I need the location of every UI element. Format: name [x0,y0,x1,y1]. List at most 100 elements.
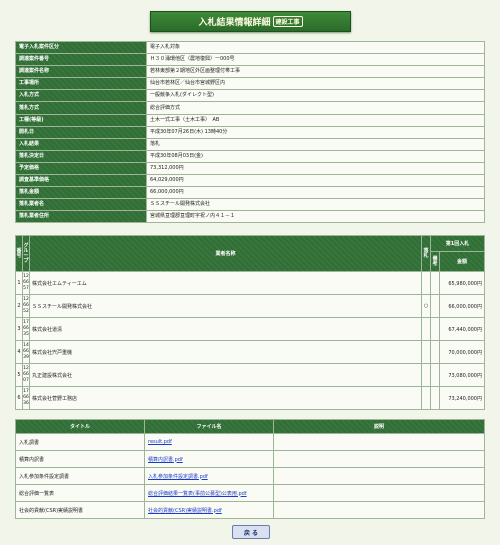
col-amount-header: 金額 [439,251,485,272]
bidder-name: ＳＳスチール開発株式会社 [29,294,422,318]
bidder-group-part: 52 [23,309,29,314]
info-value: 平成30年08月03日(金) [146,149,485,163]
bidder-amount: 66,000,000円 [439,294,485,318]
bidder-note [430,317,440,341]
info-label: 落札方式 [15,101,147,115]
document-file-cell: result.pdf [144,433,274,451]
bidder-note [430,294,440,318]
bid-info-table: 電子入札案件区分 電子入札対象 調達案件番号 Ｈ３０涌環他区（農地復興）ー000号 調達… [15,40,485,224]
bidder-no: 5 [15,363,23,387]
info-value: 若林東部第２期地区外区画整理付帯工事 [146,65,485,79]
document-file-link[interactable]: 総合評価結果一覧表(事前公募型)公表用.pdf [148,491,247,497]
bidder-name: 丸正建設株式会社 [29,363,422,387]
bidder-group: 12 66 57 [22,271,30,295]
col-flag-header: 落札 [421,235,431,272]
info-value: 落札 [146,137,485,151]
bidder-no: 6 [15,386,23,410]
document-description [273,450,485,468]
info-row: 予定価格 73,312,000円 [15,161,485,176]
document-file-cell: 総合評価結果一覧表(事前公募型)公表用.pdf [144,484,274,502]
bidder-row: 4 14 66 39 株式会社宍戸重機 70,000,000円 [15,340,485,364]
document-description [273,467,485,485]
info-label: 調達案件名称 [15,65,147,79]
document-file-cell: 社会的貢献(CSR)実績説明書.pdf [144,501,274,519]
document-description [273,501,485,519]
document-file-link[interactable]: 社会的貢献(CSR)実績説明書.pdf [148,508,222,514]
bidder-group: 17 66 35 [22,317,30,341]
info-label: 開札日 [15,125,147,139]
info-row: 工種(等級) 土木一式工事（土木工事） AB [15,113,485,127]
bidder-award-flag [421,271,431,295]
info-value: Ｈ３０涌環他区（農地復興）ー000号 [146,53,485,67]
bidder-no: 3 [15,317,23,341]
category-tag: 建設工事 [272,16,303,27]
info-value: ＳＳスチール開発株式会社 [146,198,485,212]
bidder-note [430,363,440,387]
info-row: 調達案件名称 若林東部第２期地区外区画整理付帯工事 [15,65,485,79]
document-title: 積算内訳書 [15,450,145,468]
documents-table: タイトル ファイル名 説明 入札調書 result.pdf 積算内訳書 積算内訳書.p… [15,419,485,519]
bidder-award-flag [421,386,431,410]
info-row: 電子入札案件区分 電子入札対象 [15,40,485,55]
info-row: 落札方式 総合評価方式 [15,101,485,115]
bidder-group-part: 39 [23,355,29,360]
document-file-cell: 入札参加条件設定調書.pdf [144,467,274,485]
bidder-no: 1 [15,271,23,295]
document-title: 入札参加条件設定調書 [15,467,145,485]
bidder-note [430,340,440,364]
document-row: 社会的貢献(CSR)実績説明書 社会的貢献(CSR)実績説明書.pdf [15,501,485,519]
info-value: 電子入札対象 [146,40,485,55]
page-title-text: 入札結果情報詳細 [198,18,271,28]
bidder-name: 株式会社エムティーエム [29,271,422,295]
info-row: 落札決定日 平成30年08月03日(金) [15,149,485,163]
document-title: 総合評価一覧表 [15,484,145,502]
bidder-group: 12 66 07 [22,363,30,387]
document-file-link[interactable]: result.pdf [148,439,172,445]
bidder-amount: 65,980,000円 [439,271,485,295]
col-no-header: 番号 [15,235,23,272]
info-value: 仙台市若林区／仙台市宮城野区内 [146,77,485,91]
bidder-row: 5 12 66 07 丸正建設株式会社 73,080,000円 [15,363,485,387]
info-value: 宮城県亘理郡亘理町字祝ノ内４１－１ [146,210,485,224]
bidders-table: 番号 グループ 業者名称 落札 第1回入札 備考 金額 1 12 66 57 株式会社エ… [15,235,485,410]
bidder-group: 17 66 36 [22,386,30,410]
info-value: 平成30年07月26日(木) 13時40分 [146,125,485,139]
info-label: 落札業者住所 [15,210,147,224]
document-file-link[interactable]: 積算内訳書.pdf [148,457,183,463]
info-label: 電子入札案件区分 [15,40,147,55]
bidder-no: 2 [15,294,23,318]
document-row: 積算内訳書 積算内訳書.pdf [15,450,485,468]
info-row: 落札業者住所 宮城県亘理郡亘理町字祝ノ内４１－１ [15,210,485,224]
info-label: 落札業者名 [15,198,147,212]
info-row: 入札結果 落札 [15,137,485,151]
info-row: 開札日 平成30年07月26日(木) 13時40分 [15,125,485,139]
info-value: 総合評価方式 [146,101,485,115]
bidder-award-flag: ○ [421,294,431,318]
col-note-header: 備考 [430,251,440,272]
bidder-group: 12 66 52 [22,294,30,318]
info-label: 予定価格 [15,161,147,176]
bidder-amount: 73,240,000円 [439,386,485,410]
info-value: 66,000,000円 [146,186,485,200]
info-row: 調査基準価格 64,029,000円 [15,174,485,188]
page-title: 入札結果情報詳細 建設工事 [150,11,351,32]
col-doc-desc-header: 説明 [273,419,485,434]
document-row: 入札参加条件設定調書 入札参加条件設定調書.pdf [15,467,485,485]
info-label: 工種(等級) [15,113,147,127]
bidder-note [430,271,440,295]
back-button[interactable]: 戻 る [232,525,270,539]
document-description [273,433,485,451]
bidder-amount: 70,000,000円 [439,340,485,364]
info-label: 落札決定日 [15,149,147,163]
col-doc-title-header: タイトル [15,419,145,434]
bidder-amount: 67,440,000円 [439,317,485,341]
document-file-link[interactable]: 入札参加条件設定調書.pdf [148,474,208,480]
info-row: 入札方式 一般競争入札(ダイレクト型) [15,89,485,103]
info-label: 調達案件番号 [15,53,147,67]
info-row: 調達案件番号 Ｈ３０涌環他区（農地復興）ー000号 [15,53,485,67]
document-title: 入札調書 [15,433,145,451]
bidder-row: 1 12 66 57 株式会社エムティーエム 65,980,000円 [15,271,485,295]
info-row: 落札金額 66,000,000円 [15,186,485,200]
bidder-group-part: 57 [23,286,29,291]
bidder-award-flag [421,340,431,364]
